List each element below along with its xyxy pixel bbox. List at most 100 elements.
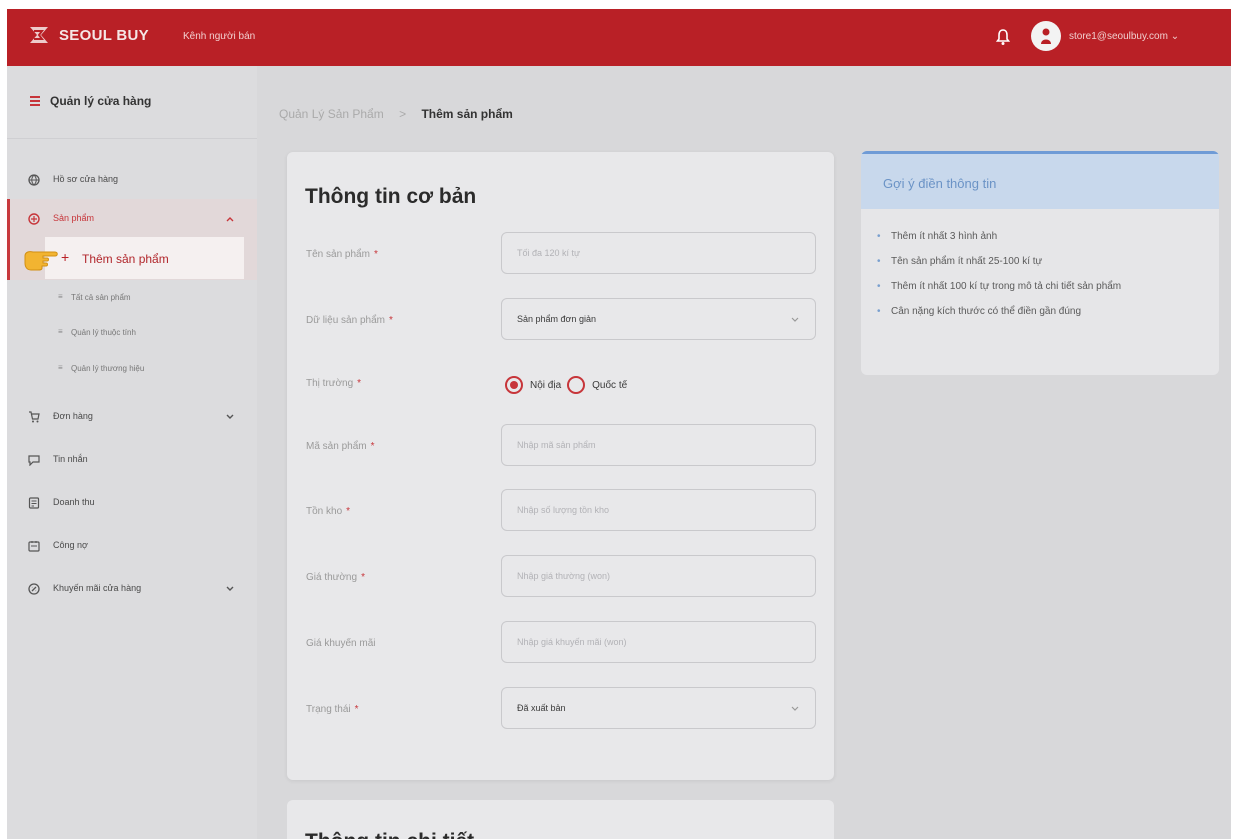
- field-label-sale-price: Giá khuyến mãi: [306, 638, 375, 649]
- sidebar-item-label: Tin nhắn: [53, 454, 88, 464]
- app-window: SEOUL BUY Kênh người bán store1@seoulbuy…: [7, 9, 1231, 839]
- sidebar-item-orders[interactable]: Đơn hàng: [7, 407, 257, 429]
- store-icon: [30, 96, 40, 106]
- hint-header: Gợi ý điền thông tin: [861, 151, 1219, 209]
- label-text: Tên sản phẩm: [306, 249, 370, 260]
- label-text: Giá thường: [306, 572, 358, 583]
- user-icon: [1041, 28, 1051, 44]
- sidebar-subitem-label: Thêm sản phẩm: [82, 252, 169, 266]
- input-placeholder: Tối đa 120 kí tự: [517, 248, 581, 258]
- user-email-menu[interactable]: store1@seoulbuy.com ⌄: [1069, 31, 1179, 42]
- box-icon: [28, 213, 40, 225]
- list-item: Cân nặng kích thước có thể điền gần đúng: [877, 302, 1207, 321]
- input-placeholder: Nhập giá thường (won): [517, 571, 610, 581]
- list-item: Thêm ít nhất 3 hình ảnh: [877, 227, 1207, 246]
- product-name-input[interactable]: Tối đa 120 kí tự: [501, 232, 816, 274]
- radio-domestic[interactable]: [505, 376, 523, 394]
- logo-icon: [30, 27, 48, 43]
- sale-price-input[interactable]: Nhập giá khuyến mãi (won): [501, 621, 816, 663]
- input-placeholder: Nhập số lượng tồn kho: [517, 505, 609, 515]
- sidebar-item-label: Đơn hàng: [53, 411, 93, 421]
- radio-label-international: Quốc tế: [592, 379, 628, 391]
- market-radio-group: Nội địa Quốc tế: [505, 376, 633, 394]
- select-value: Sản phẩm đơn giản: [517, 314, 596, 324]
- field-label-name: Tên sản phẩm *: [306, 249, 378, 260]
- logo[interactable]: SEOUL BUY: [27, 23, 149, 47]
- chevron-up-icon: [226, 217, 234, 222]
- field-label-code: Mã sản phẩm *: [306, 441, 375, 452]
- list-icon: ≡: [58, 363, 63, 372]
- sidebar-item-label: Doanh thu: [53, 497, 95, 507]
- breadcrumb-parent-link[interactable]: Quản Lý Sản Phẩm: [279, 107, 384, 121]
- sidebar-item-label: Sản phẩm: [53, 213, 95, 223]
- chevron-down-icon: [791, 706, 799, 711]
- sidebar-subitem-add-product[interactable]: + Thêm sản phẩm: [45, 237, 244, 279]
- sidebar-subitem-all-products[interactable]: ≡ Tất cả sản phẩm: [7, 288, 257, 308]
- sidebar-item-debt[interactable]: Công nợ: [7, 536, 257, 558]
- label-text: Giá khuyến mãi: [306, 638, 376, 649]
- regular-price-input[interactable]: Nhập giá thường (won): [501, 555, 816, 597]
- globe-icon: [28, 174, 40, 186]
- input-placeholder: Nhập mã sản phẩm: [517, 440, 596, 450]
- sidebar: Quản lý cửa hàng Hồ sơ cửa hàng Sản phẩm…: [7, 66, 257, 839]
- cart-icon: [29, 411, 40, 423]
- status-select[interactable]: Đã xuất bản: [501, 687, 816, 729]
- sidebar-item-promotions[interactable]: Khuyến mãi cửa hàng: [7, 579, 257, 601]
- label-text: Trạng thái: [306, 704, 351, 715]
- sidebar-header: Quản lý cửa hàng: [7, 66, 257, 139]
- sidebar-item-label: Khuyến mãi cửa hàng: [53, 583, 142, 593]
- sidebar-item-products[interactable]: Sản phẩm: [7, 209, 257, 231]
- channel-label: Kênh người bán: [183, 31, 256, 42]
- promotion-icon: [28, 583, 40, 595]
- section-title: Thông tin chi tiết: [305, 830, 474, 839]
- pointing-hand-icon: [24, 251, 58, 271]
- required-marker: *: [370, 441, 375, 452]
- field-label-price: Giá thường *: [306, 572, 365, 583]
- logo-text: SEOUL BUY: [59, 26, 149, 44]
- product-code-input[interactable]: Nhập mã sản phẩm: [501, 424, 816, 466]
- field-label-stock: Tồn kho *: [306, 506, 350, 517]
- sidebar-subitem-label: Tất cả sản phẩm: [71, 293, 131, 302]
- field-label-data: Dữ liệu sản phẩm *: [306, 315, 393, 326]
- select-value: Đã xuất bản: [517, 703, 566, 713]
- chevron-down-icon: [791, 317, 799, 322]
- revenue-icon: [28, 497, 40, 509]
- sidebar-item-revenue[interactable]: Doanh thu: [7, 493, 257, 515]
- sidebar-subitem-attributes[interactable]: ≡ Quản lý thuộc tính: [7, 323, 257, 343]
- label-text: Tồn kho: [306, 506, 343, 517]
- required-marker: *: [388, 315, 393, 326]
- top-bar: SEOUL BUY Kênh người bán store1@seoulbuy…: [7, 9, 1231, 66]
- hint-panel: Gợi ý điền thông tin Thêm ít nhất 3 hình…: [861, 151, 1219, 375]
- section-title: Thông tin cơ bản: [305, 185, 477, 208]
- debt-icon: [28, 541, 40, 552]
- list-item: Tên sản phẩm ít nhất 25-100 kí tự: [877, 252, 1207, 271]
- input-placeholder: Nhập giá khuyến mãi (won): [517, 637, 627, 647]
- chevron-down-icon: [226, 586, 234, 591]
- radio-international[interactable]: [567, 376, 586, 394]
- list-icon: ≡: [58, 292, 63, 301]
- breadcrumb: Quản Lý Sản Phẩm > Thêm sản phẩm: [279, 107, 513, 121]
- sidebar-item-messages[interactable]: Tin nhắn: [7, 450, 257, 472]
- sidebar-subitem-brands[interactable]: ≡ Quản lý thương hiệu: [7, 359, 257, 379]
- sidebar-subitem-label: Quản lý thuộc tính: [71, 328, 136, 337]
- sidebar-item-store-profile[interactable]: Hồ sơ cửa hàng: [7, 170, 257, 192]
- stock-input[interactable]: Nhập số lượng tồn kho: [501, 489, 816, 531]
- breadcrumb-current: Thêm sản phẩm: [421, 107, 513, 121]
- radio-label-domestic: Nội địa: [530, 379, 562, 391]
- list-item: Thêm ít nhất 100 kí tự trong mô tả chi t…: [877, 277, 1207, 296]
- bell-icon[interactable]: [995, 28, 1011, 46]
- detail-info-card: Thông tin chi tiết: [287, 800, 834, 839]
- chevron-down-icon: ⌄: [1170, 31, 1180, 42]
- required-marker: *: [357, 378, 362, 389]
- sidebar-item-label: Công nợ: [53, 540, 88, 550]
- chat-icon: [28, 455, 40, 466]
- hint-list: Thêm ít nhất 3 hình ảnh Tên sản phẩm ít …: [877, 227, 1207, 327]
- label-text: Mã sản phẩm: [306, 441, 367, 452]
- required-marker: *: [346, 506, 351, 517]
- avatar[interactable]: [1031, 21, 1061, 51]
- chevron-down-icon: [226, 414, 234, 419]
- field-label-status: Trạng thái *: [306, 704, 359, 715]
- hint-title: Gợi ý điền thông tin: [883, 176, 997, 191]
- product-data-select[interactable]: Sản phẩm đơn giản: [501, 298, 816, 340]
- list-icon: ≡: [58, 327, 63, 336]
